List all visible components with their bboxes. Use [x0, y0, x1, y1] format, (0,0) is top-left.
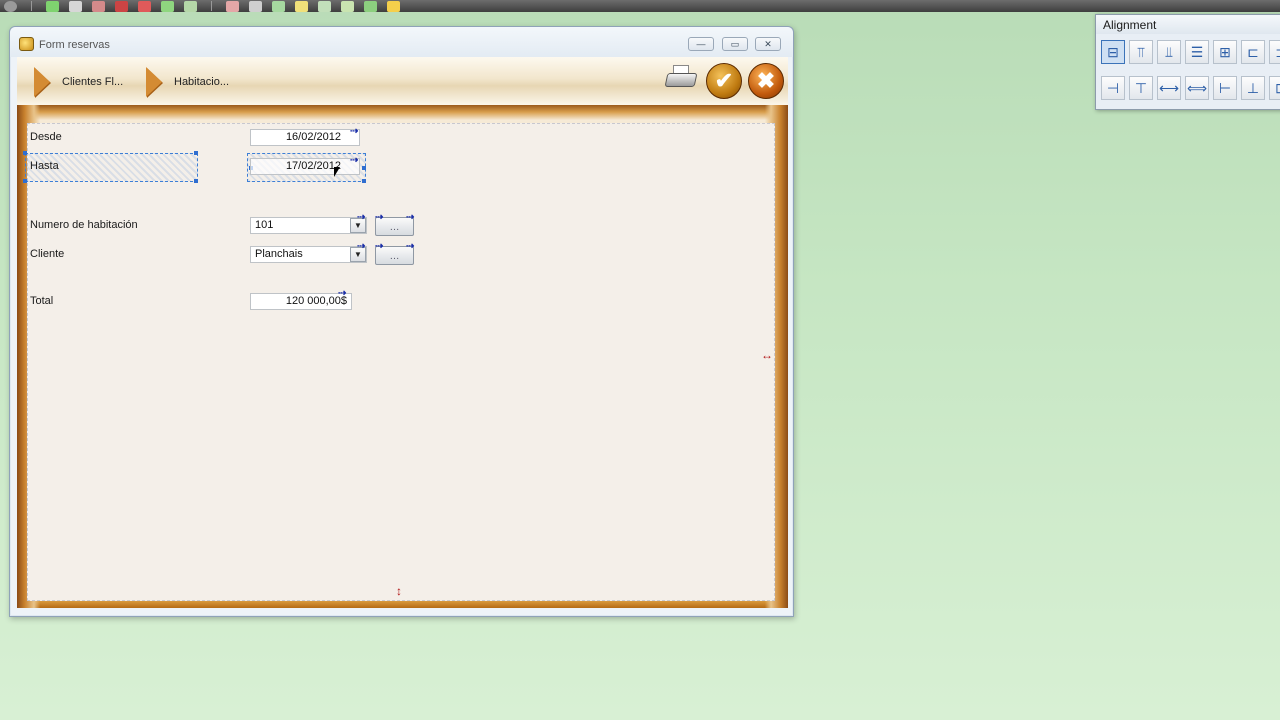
folder-icon[interactable] [387, 0, 400, 12]
top-toolbar [0, 0, 1280, 12]
total-label: Total [30, 295, 54, 307]
form-frame: Desde 16/02/2012 ⇢ Hasta 17/02/2012 ⇢ Nu… [17, 105, 788, 608]
link-icon[interactable] [272, 0, 285, 12]
binding-arrow-icon: ⇢ [375, 212, 384, 223]
paste-icon[interactable] [226, 0, 239, 12]
form-canvas[interactable]: Desde 16/02/2012 ⇢ Hasta 17/02/2012 ⇢ Nu… [23, 123, 775, 601]
align-bottom-icon[interactable]: ⫫ [1157, 40, 1181, 64]
binding-arrow-icon: ⇢ [357, 212, 366, 223]
distribute-v-icon[interactable]: ⊤ [1129, 76, 1153, 100]
align-right-icon[interactable]: ⊞ [1213, 40, 1237, 64]
desde-field[interactable]: 16/02/2012 [250, 129, 360, 146]
form-icon[interactable] [341, 0, 354, 12]
desde-label: Desde [30, 131, 62, 143]
maximize-button[interactable]: ▭ [722, 37, 748, 51]
check-icon[interactable]: ✔ [706, 63, 742, 99]
align-top-icon[interactable]: ⫪ [1129, 40, 1153, 64]
play-icon[interactable] [46, 0, 59, 12]
alignment-buttons: ⊟ ⫪ ⫫ ☰ ⊞ ⊏ ⊐ ⊣ ⊤ ⟷ ⟺ ⊢ ⊥ ⊡ [1101, 40, 1280, 106]
report-icon[interactable] [364, 0, 377, 12]
window-title: Form reservas [39, 39, 110, 51]
breadcrumb-item-habitacion[interactable]: Habitacio... [146, 67, 229, 97]
copy-icon[interactable] [249, 0, 262, 12]
hasta-label: Hasta [30, 160, 59, 172]
align-left-icon[interactable]: ☰ [1185, 40, 1209, 64]
hasta-field[interactable]: 17/02/2012 [250, 158, 360, 175]
binding-arrow-icon: ⇢ [357, 241, 366, 252]
selection-handle[interactable] [362, 179, 366, 183]
edit-icon[interactable] [92, 0, 105, 12]
key-icon[interactable] [295, 0, 308, 12]
gear-icon[interactable] [4, 0, 17, 12]
cancel-icon[interactable]: ✖ [748, 63, 784, 99]
binding-arrow-icon: ⇢ [406, 212, 415, 223]
breadcrumb-label: Habitacio... [174, 76, 230, 88]
align-grid-icon[interactable]: ⊟ [1101, 40, 1125, 64]
form-reservas-window: Form reservas — ▭ ✕ Clientes Fl... Habit… [9, 26, 794, 617]
breadcrumb-header: Clientes Fl... Habitacio... ✔ ✖ [17, 57, 788, 105]
close-button[interactable]: ✕ [755, 37, 781, 51]
breadcrumb-arrow-icon [34, 67, 50, 97]
mouse-cursor-icon [334, 167, 340, 177]
total-field[interactable]: 120 000,00$ [250, 293, 352, 310]
printer-icon[interactable] [664, 63, 700, 93]
binding-arrow-icon: ⇢ [406, 241, 415, 252]
breadcrumb-item-clientes[interactable]: Clientes Fl... [34, 67, 123, 97]
selection-handle[interactable] [23, 151, 27, 155]
header-actions: ✔ ✖ [664, 63, 784, 99]
space-h-icon[interactable]: ⊢ [1213, 76, 1237, 100]
run-icon[interactable] [161, 0, 174, 12]
close-icon[interactable] [138, 0, 151, 12]
breadcrumb-arrow-icon [146, 67, 162, 97]
binding-arrow-icon: ⇢ [375, 241, 384, 252]
minimize-button[interactable]: — [688, 37, 714, 51]
toolbar-separator [31, 1, 32, 11]
resize-down-icon[interactable]: ↕ [396, 584, 402, 598]
table-icon[interactable] [318, 0, 331, 12]
distribute-h-icon[interactable]: ⊣ [1101, 76, 1125, 100]
align-center-h-icon[interactable]: ⊏ [1241, 40, 1265, 64]
selection-handle[interactable] [194, 179, 198, 183]
binding-arrow-icon: ⇢ [350, 126, 359, 137]
space-v-icon[interactable]: ⊥ [1241, 76, 1265, 100]
page-icon[interactable] [69, 0, 82, 12]
breadcrumb-label: Clientes Fl... [62, 76, 124, 88]
selection-handle[interactable] [23, 179, 27, 183]
binding-arrow-icon: ⇢ [338, 288, 347, 299]
app-icon [19, 37, 34, 51]
same-size-icon[interactable]: ⊡ [1269, 76, 1280, 100]
binding-arrow-icon: ⇢ [350, 155, 359, 166]
selection-handle[interactable] [194, 151, 198, 155]
delete-icon[interactable] [115, 0, 128, 12]
selection-handle[interactable] [362, 166, 366, 170]
habitacion-label: Numero de habitación [30, 219, 138, 231]
alignment-palette: Alignment ⊟ ⫪ ⫫ ☰ ⊞ ⊏ ⊐ ⊣ ⊤ ⟷ ⟺ ⊢ ⊥ ⊡ [1095, 14, 1280, 110]
resize-right-icon[interactable]: ↔ [761, 348, 773, 362]
toolbar-separator [211, 1, 212, 11]
title-bar[interactable]: Form reservas — ▭ ✕ [10, 27, 793, 57]
align-center-v-icon[interactable]: ⊐ [1269, 40, 1280, 64]
palette-title[interactable]: Alignment [1096, 15, 1280, 34]
cliente-label: Cliente [30, 248, 65, 260]
same-width-icon[interactable]: ⟷ [1157, 76, 1181, 100]
same-height-icon[interactable]: ⟺ [1185, 76, 1209, 100]
step-icon[interactable] [184, 0, 197, 12]
printer-body [664, 73, 698, 87]
